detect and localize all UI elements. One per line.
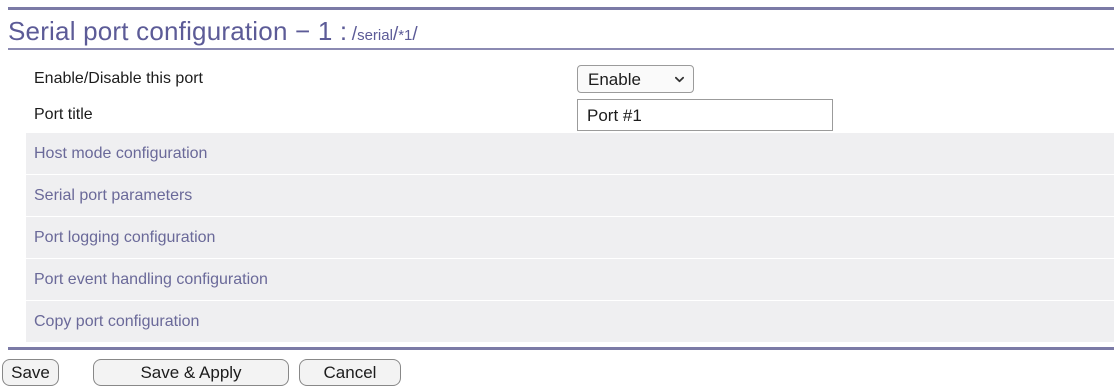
section-link-label[interactable]: Serial port parameters [34,187,192,205]
port-title-row: Port title Port #1 [26,97,1114,133]
section-link-label[interactable]: Host mode configuration [34,145,207,163]
path-slash: / [412,24,418,45]
page-title: Serial port configuration − 1 : /serial/… [8,16,418,48]
section-host-mode[interactable]: Host mode configuration [26,133,1114,175]
section-link-label[interactable]: Copy port configuration [34,313,199,331]
cancel-button[interactable]: Cancel [299,359,401,386]
settings-list: Enable/Disable this port Enable Port tit… [26,61,1114,343]
save-button[interactable]: Save [2,359,59,386]
section-copy-port-config[interactable]: Copy port configuration [26,301,1114,343]
port-title-input[interactable]: Port #1 [577,99,833,131]
path-segment-port: *1 [398,27,413,44]
section-link-label[interactable]: Port event handling configuration [34,271,268,289]
enable-select-value: Enable [588,70,641,89]
enable-row: Enable/Disable this port Enable [26,61,1114,97]
enable-select[interactable]: Enable [577,65,694,93]
section-port-event-handling[interactable]: Port event handling configuration [26,259,1114,301]
chevron-down-icon [675,76,684,83]
title-divider [8,48,1114,50]
bottom-divider [8,347,1114,350]
top-divider [8,7,1114,10]
section-port-logging[interactable]: Port logging configuration [26,217,1114,259]
save-apply-button[interactable]: Save & Apply [93,359,289,386]
path-segment-serial: serial [357,27,393,44]
port-title-label: Port title [34,106,93,123]
port-title-value: Port #1 [587,106,642,125]
enable-label: Enable/Disable this port [34,70,203,87]
page-title-text: Serial port configuration − 1 : [8,16,348,46]
section-serial-parameters[interactable]: Serial port parameters [26,175,1114,217]
section-link-label[interactable]: Port logging configuration [34,229,215,247]
